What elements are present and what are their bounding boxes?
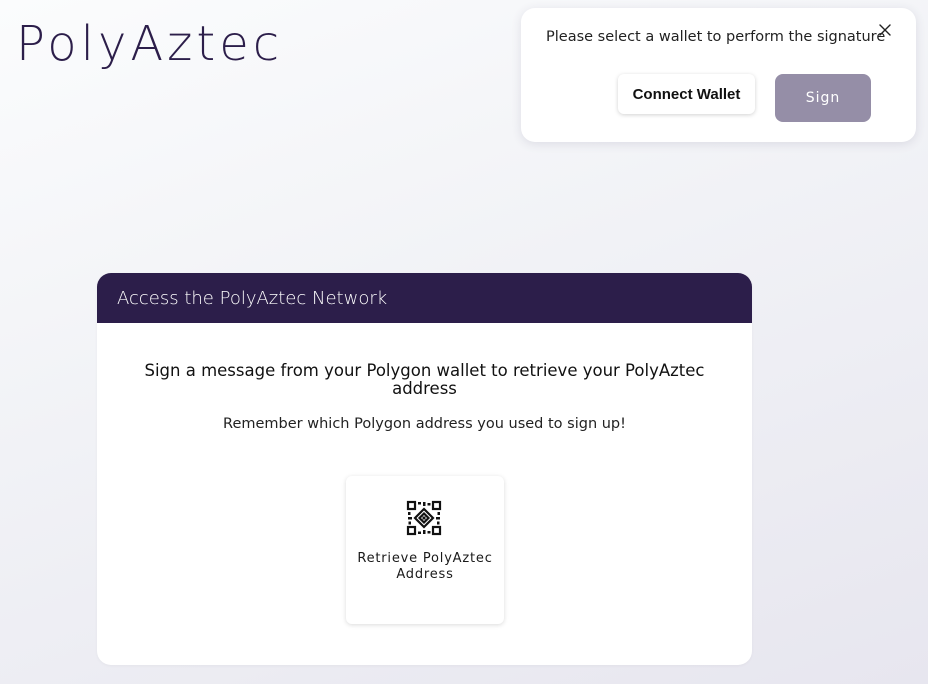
popup-message: Please select a wallet to perform the si… bbox=[546, 29, 886, 45]
retrieve-address-button[interactable]: Retrieve PolyAztec Address bbox=[346, 476, 504, 624]
close-icon[interactable] bbox=[877, 22, 893, 38]
card-subtitle: Remember which Polygon address you used … bbox=[223, 416, 626, 432]
retrieve-address-label: Retrieve PolyAztec Address bbox=[357, 551, 493, 582]
brand-logo: PolyAztec bbox=[16, 16, 284, 72]
connect-wallet-button[interactable]: Connect Wallet bbox=[618, 74, 755, 114]
wallet-popup: Please select a wallet to perform the si… bbox=[521, 8, 916, 142]
card-header: Access the PolyAztec Network bbox=[97, 273, 752, 323]
card-title: Sign a message from your Polygon wallet … bbox=[144, 361, 705, 398]
access-card: Access the PolyAztec Network Sign a mess… bbox=[97, 273, 752, 665]
sign-button[interactable]: Sign bbox=[775, 74, 871, 122]
qr-scan-icon bbox=[406, 500, 442, 536]
